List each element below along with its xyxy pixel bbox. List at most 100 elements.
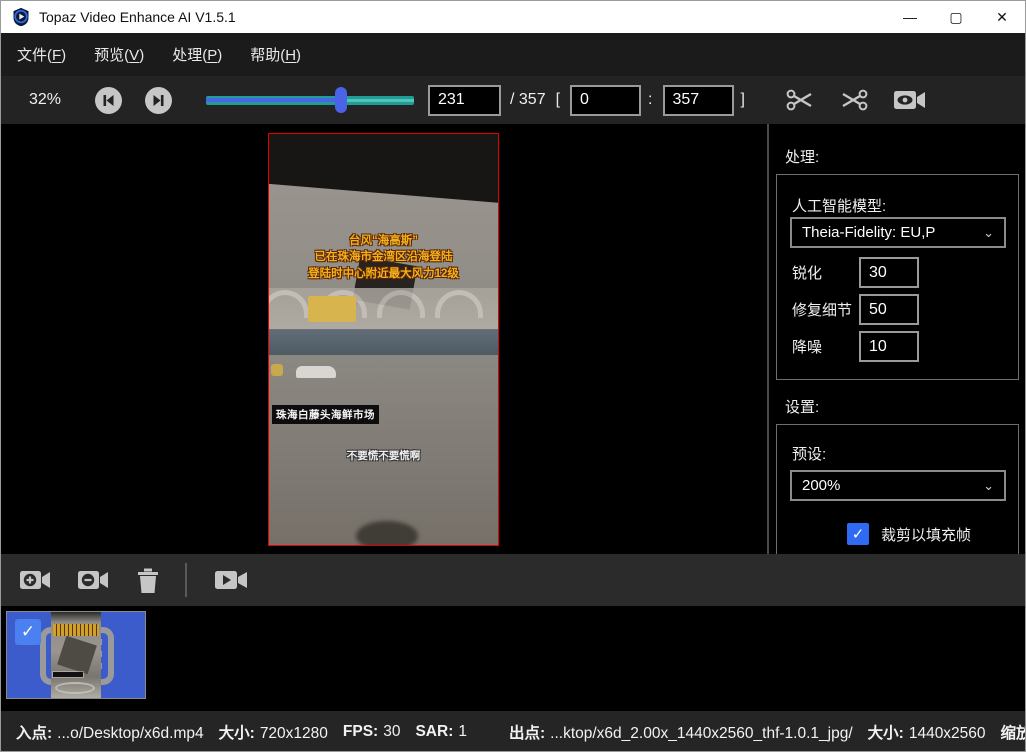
status-fps-value: 30 xyxy=(383,723,400,740)
skip-to-end-button[interactable] xyxy=(145,87,172,114)
crop-to-fill-checkbox[interactable]: ✓ xyxy=(847,523,869,545)
process-video-button[interactable] xyxy=(213,567,249,593)
menu-help-pre: 帮助( xyxy=(250,47,285,64)
restore-detail-row: 修复细节 xyxy=(792,294,919,325)
total-frames-label: / 357 xyxy=(510,91,546,109)
camera-plus-icon xyxy=(19,567,53,593)
status-bar: 入点:...o/Desktop/x6d.mp4 大小:720x1280 FPS:… xyxy=(1,707,1025,752)
video-debris xyxy=(271,364,283,376)
bridge-arch xyxy=(268,290,309,318)
bridge-arch xyxy=(377,290,425,318)
overlay-title-line1: 台风“海高斯” xyxy=(269,233,498,250)
status-fps: FPS: 30 xyxy=(343,723,401,741)
title-bar: Topaz Video Enhance AI V1.5.1 — ▢ ✕ xyxy=(1,1,1025,33)
menu-preview-key: V xyxy=(129,47,139,64)
scissors-left-icon xyxy=(785,86,815,114)
sharpen-label: 锐化 xyxy=(792,262,859,283)
status-input-path-value: ...o/Desktop/x6d.mp4 xyxy=(57,725,203,742)
menu-file-post: ) xyxy=(61,47,66,64)
trim-end-button[interactable] xyxy=(839,86,869,114)
menu-help-post: ) xyxy=(296,47,301,64)
toolbar-divider xyxy=(185,563,187,597)
skip-to-start-icon xyxy=(101,93,116,108)
video-yellow-sign xyxy=(308,296,356,322)
menu-preview-post: ) xyxy=(139,47,144,64)
delete-clip-button[interactable] xyxy=(135,566,161,594)
menu-file-key: F xyxy=(52,47,61,64)
minimize-button[interactable]: — xyxy=(887,1,933,33)
thumbnail-tag xyxy=(53,672,83,677)
ai-model-dropdown[interactable]: Theia-Fidelity: EU,P ⌄ xyxy=(790,217,1006,248)
menu-preview[interactable]: 预览(V) xyxy=(84,44,154,65)
close-button[interactable]: ✕ xyxy=(979,1,1025,33)
denoise-row: 降噪 xyxy=(792,331,919,362)
preset-dropdown[interactable]: 200% ⌄ xyxy=(790,470,1006,501)
app-window: Topaz Video Enhance AI V1.5.1 — ▢ ✕ 文件(F… xyxy=(0,0,1026,752)
processing-groupbox: 人工智能模型: Theia-Fidelity: EU,P ⌄ 锐化 修复细节 降… xyxy=(776,174,1019,380)
timeline-slider[interactable] xyxy=(206,86,414,114)
video-preview[interactable]: 台风“海高斯” 已在珠海市金湾区沿海登陆 登陆时中心附近最大风力12级 珠海白藤… xyxy=(268,133,499,546)
preset-label: 预设: xyxy=(792,443,826,464)
sharpen-input[interactable] xyxy=(859,257,919,288)
camera-play-icon xyxy=(213,567,249,593)
trim-end-input[interactable] xyxy=(663,85,734,116)
checkmark-icon: ✓ xyxy=(852,525,865,543)
status-output-size-value: 1440x2560 xyxy=(909,725,986,742)
maximize-button[interactable]: ▢ xyxy=(933,1,979,33)
overlay-title-line2: 已在珠海市金湾区沿海登陆 xyxy=(269,249,498,266)
current-frame-input[interactable] xyxy=(428,85,501,116)
video-location-tag: 珠海白藤头海鲜市场 xyxy=(272,405,379,424)
menu-process-key: P xyxy=(207,47,217,64)
menu-process[interactable]: 处理(P) xyxy=(162,44,232,65)
video-blue-wall xyxy=(269,329,498,355)
add-video-button[interactable] xyxy=(19,567,53,593)
processing-section-title: 处理: xyxy=(785,146,819,167)
playback-toolbar: 32% / 357 [ : ] xyxy=(1,76,1025,124)
clip-toolbar xyxy=(1,554,1025,606)
camera-eye-icon xyxy=(893,88,927,112)
status-sar-label: SAR: xyxy=(415,723,453,740)
status-scale: 缩放:200% xyxy=(1001,721,1026,743)
status-output-path-label: 出点: xyxy=(509,725,545,742)
video-thumbnail-selected[interactable]: ✓ xyxy=(6,611,146,699)
thumbnail-checkbox[interactable]: ✓ xyxy=(15,619,41,645)
settings-groupbox: 预设: 200% ⌄ ✓ 裁剪以填充帧 xyxy=(776,424,1019,554)
video-dark-overhang xyxy=(269,134,498,220)
menu-file-pre: 文件( xyxy=(17,47,52,64)
sharpen-row: 锐化 xyxy=(792,257,919,288)
status-fps-label: FPS: xyxy=(343,723,378,740)
settings-section-title: 设置: xyxy=(785,396,819,417)
menu-help-key: H xyxy=(285,47,296,64)
slider-track-highlight xyxy=(339,99,414,102)
status-output-path-value: ...ktop/x6d_2.00x_1440x2560_thf-1.0.1_jp… xyxy=(550,725,853,742)
app-logo-icon xyxy=(11,7,31,27)
menu-file[interactable]: 文件(F) xyxy=(7,44,76,65)
status-input-size: 大小:720x1280 xyxy=(219,721,328,743)
ai-model-value: Theia-Fidelity: EU,P xyxy=(802,224,935,241)
slider-handle[interactable] xyxy=(335,87,347,113)
chevron-down-icon: ⌄ xyxy=(983,478,994,494)
status-sar: SAR:1 xyxy=(415,723,467,741)
thumbnail-image xyxy=(51,612,101,698)
status-output-path: 出点: ...ktop/x6d_2.00x_1440x2560_thf-1.0.1… xyxy=(509,721,853,743)
trim-start-input[interactable] xyxy=(570,85,641,116)
trim-start-button[interactable] xyxy=(785,86,815,114)
skip-to-end-icon xyxy=(151,93,166,108)
denoise-input[interactable] xyxy=(859,331,919,362)
thumbnail-dark-object xyxy=(57,636,97,674)
status-input-size-value: 720x1280 xyxy=(260,725,328,742)
menu-help[interactable]: 帮助(H) xyxy=(240,44,311,65)
remove-video-button[interactable] xyxy=(77,567,111,593)
status-output-size: 大小:1440x2560 xyxy=(868,721,986,743)
preset-value: 200% xyxy=(802,477,840,494)
checkmark-icon: ✓ xyxy=(21,622,35,642)
skip-to-start-button[interactable] xyxy=(95,87,122,114)
menu-preview-pre: 预览( xyxy=(94,47,129,64)
menu-process-post: ) xyxy=(217,47,222,64)
overlay-title-line3: 登陆时中心附近最大风力12级 xyxy=(269,266,498,283)
trim-open-bracket: [ xyxy=(556,91,560,109)
preview-button[interactable] xyxy=(893,88,927,112)
restore-detail-input[interactable] xyxy=(859,294,919,325)
video-flooded-car xyxy=(296,366,336,378)
video-bottom-debris xyxy=(356,521,418,546)
